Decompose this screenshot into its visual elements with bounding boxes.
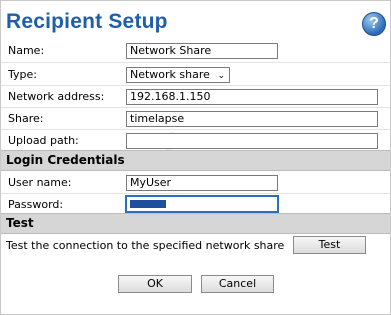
test-button[interactable]: Test	[293, 236, 366, 254]
login-credentials-title: Login Credentials	[6, 153, 125, 167]
type-row: Type: Network share ⌄	[1, 63, 390, 86]
share-input[interactable]: timelapse	[126, 111, 378, 127]
network-address-input[interactable]: 192.168.1.150	[126, 89, 378, 105]
upload-path-label: Upload path:	[8, 134, 79, 147]
type-select[interactable]: Network share ⌄	[126, 67, 230, 83]
share-row: Share: timelapse	[1, 107, 390, 130]
share-label: Share:	[8, 112, 44, 125]
password-label: Password:	[8, 198, 64, 211]
test-description: Test the connection to the specified net…	[6, 239, 285, 252]
help-icon[interactable]: ?	[362, 12, 386, 36]
upload-path-row: Upload path:	[1, 129, 390, 151]
name-row: Name: Network Share	[1, 40, 390, 63]
test-row: Test the connection to the specified net…	[1, 234, 390, 256]
username-input[interactable]: MyUser	[126, 175, 278, 191]
password-mask	[130, 200, 166, 208]
test-title: Test	[6, 216, 34, 230]
dialog-title: Recipient Setup	[6, 10, 168, 33]
type-select-value: Network share	[130, 68, 210, 81]
username-label: User name:	[8, 176, 72, 189]
type-label: Type:	[8, 68, 37, 81]
chevron-down-icon: ⌄	[217, 71, 225, 81]
test-header: Test	[1, 213, 390, 234]
password-input[interactable]	[125, 195, 279, 213]
password-row: Password:	[1, 193, 390, 215]
upload-path-input[interactable]	[126, 133, 378, 149]
cancel-button[interactable]: Cancel	[201, 275, 274, 293]
network-address-row: Network address: 192.168.1.150	[1, 85, 390, 108]
login-credentials-header: Login Credentials	[1, 150, 390, 171]
network-address-label: Network address:	[8, 90, 105, 103]
ok-button[interactable]: OK	[118, 275, 192, 293]
username-row: User name: MyUser	[1, 171, 390, 194]
name-label: Name:	[8, 44, 45, 57]
recipient-setup-dialog: ⁘ Recipient Setup ? Name: Network Share …	[0, 0, 391, 315]
name-input[interactable]: Network Share	[126, 43, 278, 59]
